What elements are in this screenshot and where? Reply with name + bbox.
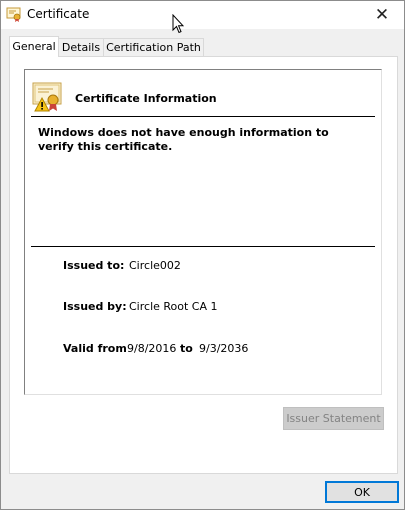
window-title: Certificate [27, 7, 90, 21]
issued-to-label: Issued to: [63, 259, 125, 272]
issued-by-value: Circle Root CA 1 [129, 300, 218, 313]
close-icon: ✕ [374, 5, 390, 25]
certificate-information-heading: Certificate Information [75, 92, 217, 105]
title-bar: Certificate ✕ [1, 1, 404, 29]
issued-by-label: Issued by: [63, 300, 127, 313]
valid-to-label: to [180, 342, 193, 355]
valid-to-value: 9/3/2036 [199, 342, 249, 355]
divider [31, 246, 375, 247]
valid-from-label: Valid from [63, 342, 127, 355]
close-button[interactable]: ✕ [360, 1, 404, 29]
certificate-warning-icon [31, 80, 65, 114]
mouse-pointer-icon [172, 13, 185, 34]
valid-from-value: 9/8/2016 [127, 342, 177, 355]
tab-details[interactable]: Details [58, 38, 104, 56]
ok-button[interactable]: OK [325, 481, 399, 503]
certificate-dialog: Certificate ✕ General Details Certificat… [0, 0, 405, 510]
issued-to-value: Circle002 [129, 259, 181, 272]
certificate-icon [6, 6, 22, 22]
verification-warning: Windows does not have enough information… [38, 126, 329, 153]
certificate-info-box: Certificate Information Windows does not… [24, 69, 382, 395]
issuer-statement-button[interactable]: Issuer Statement [283, 407, 384, 430]
divider [31, 116, 375, 117]
general-tab-panel: Certificate Information Windows does not… [9, 56, 398, 474]
tab-certification-path[interactable]: Certification Path [103, 38, 204, 56]
tab-general[interactable]: General [9, 36, 59, 57]
